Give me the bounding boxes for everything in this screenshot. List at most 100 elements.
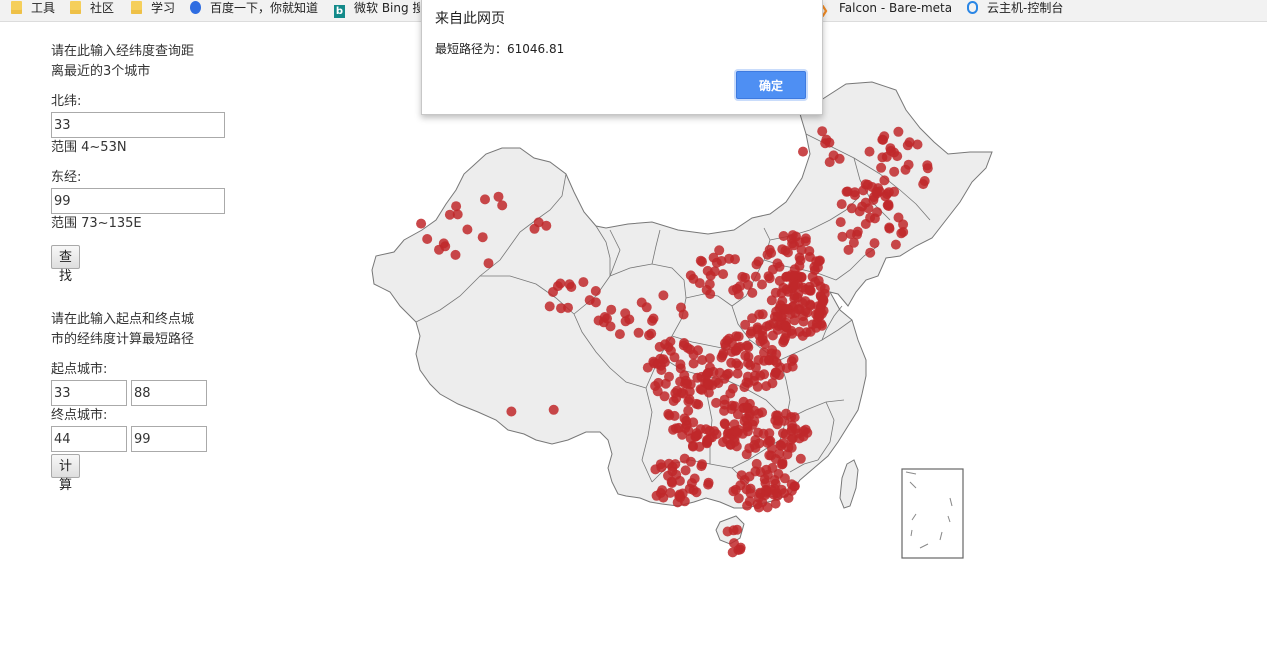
bookmark-label: Falcon - Bare-metal bbox=[839, 1, 951, 15]
bookmark-label: 工具 bbox=[31, 1, 56, 15]
city-point bbox=[922, 163, 933, 174]
latitude-range: 范围 4~53N bbox=[51, 140, 127, 155]
city-point bbox=[904, 137, 915, 148]
city-point bbox=[731, 283, 742, 294]
city-point bbox=[704, 353, 715, 364]
find-button[interactable]: 查找 bbox=[51, 245, 81, 284]
start-lon-input[interactable] bbox=[131, 380, 207, 406]
city-point bbox=[590, 297, 601, 308]
city-point bbox=[633, 327, 644, 338]
city-point bbox=[729, 436, 740, 447]
city-point bbox=[688, 417, 699, 428]
city-point bbox=[771, 357, 782, 368]
china-map[interactable] bbox=[360, 70, 1000, 580]
city-point bbox=[786, 485, 797, 496]
city-point bbox=[650, 381, 661, 391]
dialog-ok-button[interactable]: 确定 bbox=[736, 71, 806, 99]
end-lat-input[interactable] bbox=[51, 426, 127, 452]
city-point bbox=[722, 526, 733, 537]
city-point bbox=[852, 226, 863, 237]
city-point bbox=[477, 232, 488, 243]
city-point bbox=[779, 335, 790, 346]
dialog-title: 来自此网页 bbox=[435, 11, 505, 27]
start-lat-input[interactable] bbox=[51, 380, 127, 406]
bookmark-study[interactable]: 学习 bbox=[131, 0, 175, 21]
city-point bbox=[741, 484, 752, 495]
city-point bbox=[750, 271, 761, 282]
city-point bbox=[772, 258, 783, 269]
calculate-button[interactable]: 计算 bbox=[51, 454, 81, 493]
city-point bbox=[800, 296, 811, 307]
city-point bbox=[694, 278, 705, 289]
latitude-input[interactable] bbox=[51, 112, 225, 138]
city-point bbox=[563, 302, 573, 313]
city-point bbox=[787, 423, 798, 434]
bookmark-cloud-console[interactable]: 云主机-控制台 bbox=[967, 0, 1063, 21]
bookmark-tools[interactable]: 工具 bbox=[11, 0, 55, 21]
city-point bbox=[733, 331, 744, 342]
city-point bbox=[757, 279, 767, 290]
city-point bbox=[750, 362, 761, 373]
city-point bbox=[796, 245, 807, 255]
city-point bbox=[744, 471, 755, 482]
city-point bbox=[680, 465, 691, 476]
city-point bbox=[719, 418, 730, 429]
city-point bbox=[483, 258, 494, 269]
city-point bbox=[754, 502, 764, 513]
city-point bbox=[881, 151, 892, 162]
city-point bbox=[541, 220, 552, 231]
city-point bbox=[813, 308, 824, 319]
city-point bbox=[801, 327, 812, 338]
end-lon-input[interactable] bbox=[131, 426, 207, 452]
city-point bbox=[898, 219, 909, 230]
city-point bbox=[658, 290, 669, 301]
south-china-sea-inset bbox=[901, 468, 964, 559]
city-point bbox=[688, 358, 699, 369]
city-point bbox=[824, 157, 835, 168]
city-point bbox=[675, 363, 686, 374]
city-point bbox=[729, 401, 740, 412]
city-point bbox=[696, 384, 707, 395]
route-intro-line1: 请在此输入起点和终点城 bbox=[51, 312, 195, 327]
bookmark-label: 社区 bbox=[90, 1, 115, 15]
city-point bbox=[789, 264, 800, 275]
city-point bbox=[752, 324, 763, 335]
city-point bbox=[871, 187, 882, 197]
city-point bbox=[726, 357, 737, 368]
city-point bbox=[691, 428, 702, 439]
city-point bbox=[817, 320, 827, 331]
city-point bbox=[493, 191, 504, 202]
bookmark-baidu[interactable]: 百度一下，你就知道 bbox=[190, 0, 318, 21]
city-point bbox=[787, 361, 798, 372]
city-point bbox=[789, 315, 800, 326]
city-point bbox=[693, 399, 704, 410]
bookmark-falcon[interactable]: ❯ Falcon - Bare-metal bbox=[819, 0, 951, 21]
city-point bbox=[730, 484, 741, 495]
city-point bbox=[781, 408, 792, 419]
city-point bbox=[497, 200, 508, 211]
longitude-input[interactable] bbox=[51, 188, 225, 214]
city-point bbox=[679, 496, 690, 507]
city-point bbox=[768, 489, 779, 500]
city-point bbox=[869, 213, 880, 224]
city-point bbox=[506, 406, 517, 417]
city-point bbox=[818, 295, 829, 306]
city-point bbox=[805, 285, 816, 296]
nearest-intro-line1: 请在此输入经纬度查询距 bbox=[51, 44, 195, 59]
bookmark-bing[interactable]: b 微软 Bing 搜 bbox=[334, 0, 420, 21]
bookmark-community[interactable]: 社区 bbox=[70, 0, 114, 21]
city-point bbox=[876, 162, 887, 173]
longitude-range: 范围 73~135E bbox=[51, 216, 142, 231]
city-point bbox=[606, 304, 617, 315]
city-point bbox=[416, 218, 427, 229]
city-point bbox=[753, 256, 764, 267]
folder-icon bbox=[11, 1, 22, 14]
city-point bbox=[900, 164, 911, 175]
city-point bbox=[602, 313, 612, 324]
city-point bbox=[770, 287, 781, 298]
city-point bbox=[462, 224, 473, 235]
bookmark-label: 云主机-控制台 bbox=[987, 1, 1064, 15]
city-point bbox=[694, 441, 705, 452]
longitude-label: 东经: bbox=[51, 170, 82, 185]
city-point bbox=[669, 352, 680, 363]
